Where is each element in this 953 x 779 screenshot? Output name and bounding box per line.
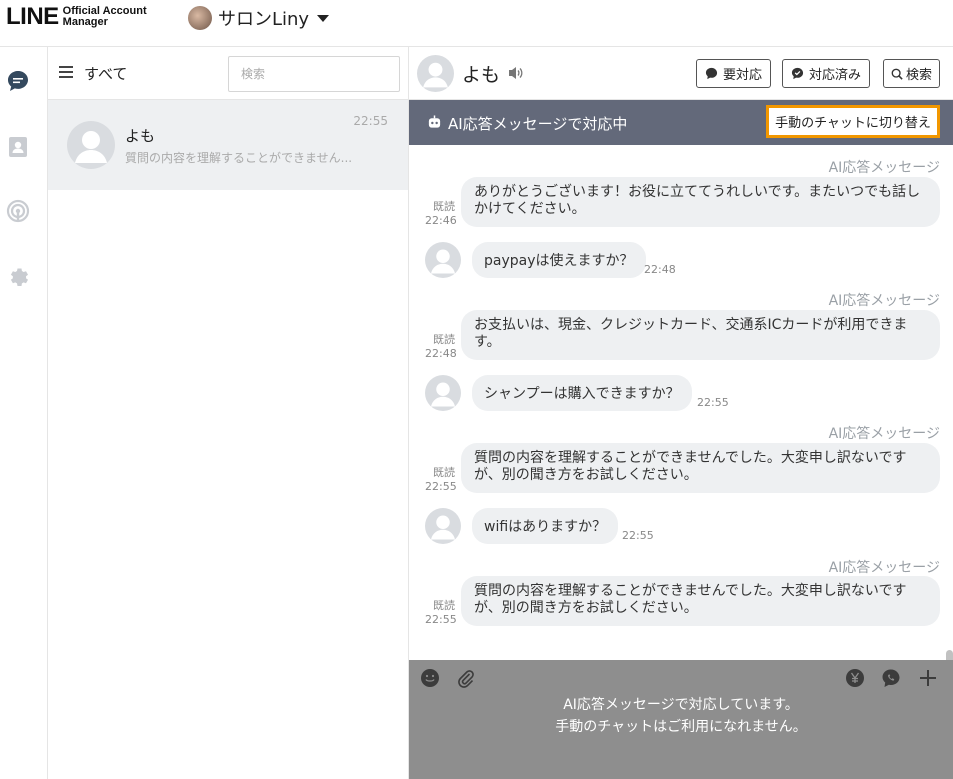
message-time: 22:55 xyxy=(622,529,654,542)
contact-avatar[interactable] xyxy=(417,55,454,92)
outgoing-message: お支払いは、現金、クレジットカード、交通系ICカードが利用できます。 xyxy=(461,310,940,360)
message-time: 22:48 xyxy=(644,263,676,276)
account-name: サロンLiny xyxy=(218,9,310,30)
message-time: 22:55 xyxy=(697,396,729,409)
filter-label[interactable]: すべて xyxy=(84,63,127,84)
chat-panel: よも 要対応 対応済み 検索 AI応答メッセージで対応中 手動のチャットに切り替… xyxy=(409,47,953,779)
search-input[interactable] xyxy=(228,56,400,92)
account-switcher[interactable]: サロンLiny xyxy=(188,5,330,31)
read-status: 既読 22:55 xyxy=(425,466,457,494)
message-time: 22:55 xyxy=(425,613,457,626)
chat-list-panel: すべて よも 質問の内容を理解することができません... 22:55 xyxy=(48,47,409,779)
ai-response-tag: AI応答メッセージ xyxy=(828,560,940,576)
avatar xyxy=(425,375,461,411)
composer-notice-line-1: AI応答メッセージで対応しています。 xyxy=(563,697,799,713)
top-header: LINE Official Account Manager サロンLiny xyxy=(0,0,953,47)
robot-icon xyxy=(428,115,441,128)
switch-to-manual-button[interactable]: 手動のチャットに切り替え xyxy=(766,105,940,138)
left-rail xyxy=(0,47,48,779)
read-label: 既読 xyxy=(433,200,455,213)
ai-response-tag: AI応答メッセージ xyxy=(828,160,940,176)
chat-list-header: すべて xyxy=(48,47,408,100)
incoming-message: wifiはありますか？ xyxy=(472,508,619,544)
ai-response-tag: AI応答メッセージ xyxy=(828,293,940,309)
emoji-icon[interactable] xyxy=(420,668,440,688)
read-label: 既読 xyxy=(433,333,455,346)
avatar xyxy=(425,242,461,278)
ai-response-banner: AI応答メッセージで対応中 手動のチャットに切り替え xyxy=(409,100,953,145)
chat-bubble-icon[interactable] xyxy=(881,668,901,688)
composer-notice-line-2: 手動のチャットはご利用になれません。 xyxy=(555,719,807,735)
read-status: 既読 22:46 xyxy=(425,200,457,228)
read-status: 既読 22:48 xyxy=(425,333,457,361)
avatar xyxy=(67,121,115,169)
needs-action-button[interactable]: 要対応 xyxy=(696,59,772,88)
read-label: 既読 xyxy=(433,466,455,479)
account-avatar xyxy=(188,6,212,30)
scrollbar[interactable] xyxy=(946,650,953,660)
logo-sub: Official Account Manager xyxy=(63,6,147,28)
contacts-icon[interactable] xyxy=(6,135,30,159)
search-icon xyxy=(891,68,903,80)
message-time: 22:55 xyxy=(425,480,457,493)
line-logo[interactable]: LINE Official Account Manager xyxy=(6,3,147,31)
chat-header: よも 要対応 対応済み 検索 xyxy=(409,47,953,100)
menu-icon[interactable] xyxy=(59,66,73,78)
paperclip-icon[interactable] xyxy=(456,668,476,688)
conversation-time: 22:55 xyxy=(353,114,388,128)
conversation-item[interactable]: よも 質問の内容を理解することができません... 22:55 xyxy=(48,100,408,190)
needs-action-label: 要対応 xyxy=(723,68,763,83)
chat-bubble-icon xyxy=(791,67,804,80)
resolved-button[interactable]: 対応済み xyxy=(782,59,871,88)
message-time: 22:48 xyxy=(425,347,457,360)
contact-name: よも xyxy=(462,64,501,86)
composer: AI応答メッセージで対応しています。 手動のチャットはご利用になれません。 xyxy=(409,660,953,779)
tag-icon xyxy=(705,67,718,80)
outgoing-message: ありがとうございます！お役に立ててうれしいです。またいつでも話しかけてください。 xyxy=(461,177,940,227)
yen-icon[interactable] xyxy=(845,668,865,688)
chevron-down-icon xyxy=(317,14,330,22)
outgoing-message: 質問の内容を理解することができませんでした。大変申し訳ないですが、別の聞き方をお… xyxy=(461,443,940,493)
search-button[interactable]: 検索 xyxy=(883,59,941,88)
incoming-message: paypayは使えますか？ xyxy=(472,242,646,278)
ai-response-tag: AI応答メッセージ xyxy=(828,426,940,442)
search-label: 検索 xyxy=(906,68,933,83)
logo-main: LINE xyxy=(6,3,59,30)
switch-to-manual-label: 手動のチャットに切り替え xyxy=(775,116,931,131)
message-list[interactable]: AI応答メッセージ ありがとうございます！お役に立ててうれしいです。またいつでも… xyxy=(409,145,953,660)
plus-icon[interactable] xyxy=(918,668,938,688)
read-label: 既読 xyxy=(433,599,455,612)
speaker-icon[interactable] xyxy=(508,66,524,80)
avatar xyxy=(425,508,461,544)
message-time: 22:46 xyxy=(425,214,457,227)
incoming-message: シャンプーは購入できますか？ xyxy=(472,375,692,411)
broadcast-icon[interactable] xyxy=(6,199,30,223)
conversation-name: よも xyxy=(125,127,156,145)
gear-icon[interactable] xyxy=(6,265,30,289)
resolved-label: 対応済み xyxy=(809,68,862,83)
outgoing-message: 質問の内容を理解することができませんでした。大変申し訳ないですが、別の聞き方をお… xyxy=(461,576,940,626)
logo-sub-line-2: Manager xyxy=(62,16,108,28)
conversation-preview: 質問の内容を理解することができません... xyxy=(125,151,353,165)
ai-banner-label: AI応答メッセージで対応中 xyxy=(448,115,628,133)
chat-icon[interactable] xyxy=(6,69,30,93)
composer-notice: AI応答メッセージで対応しています。 手動のチャットはご利用になれません。 xyxy=(409,694,953,738)
read-status: 既読 22:55 xyxy=(425,599,457,627)
